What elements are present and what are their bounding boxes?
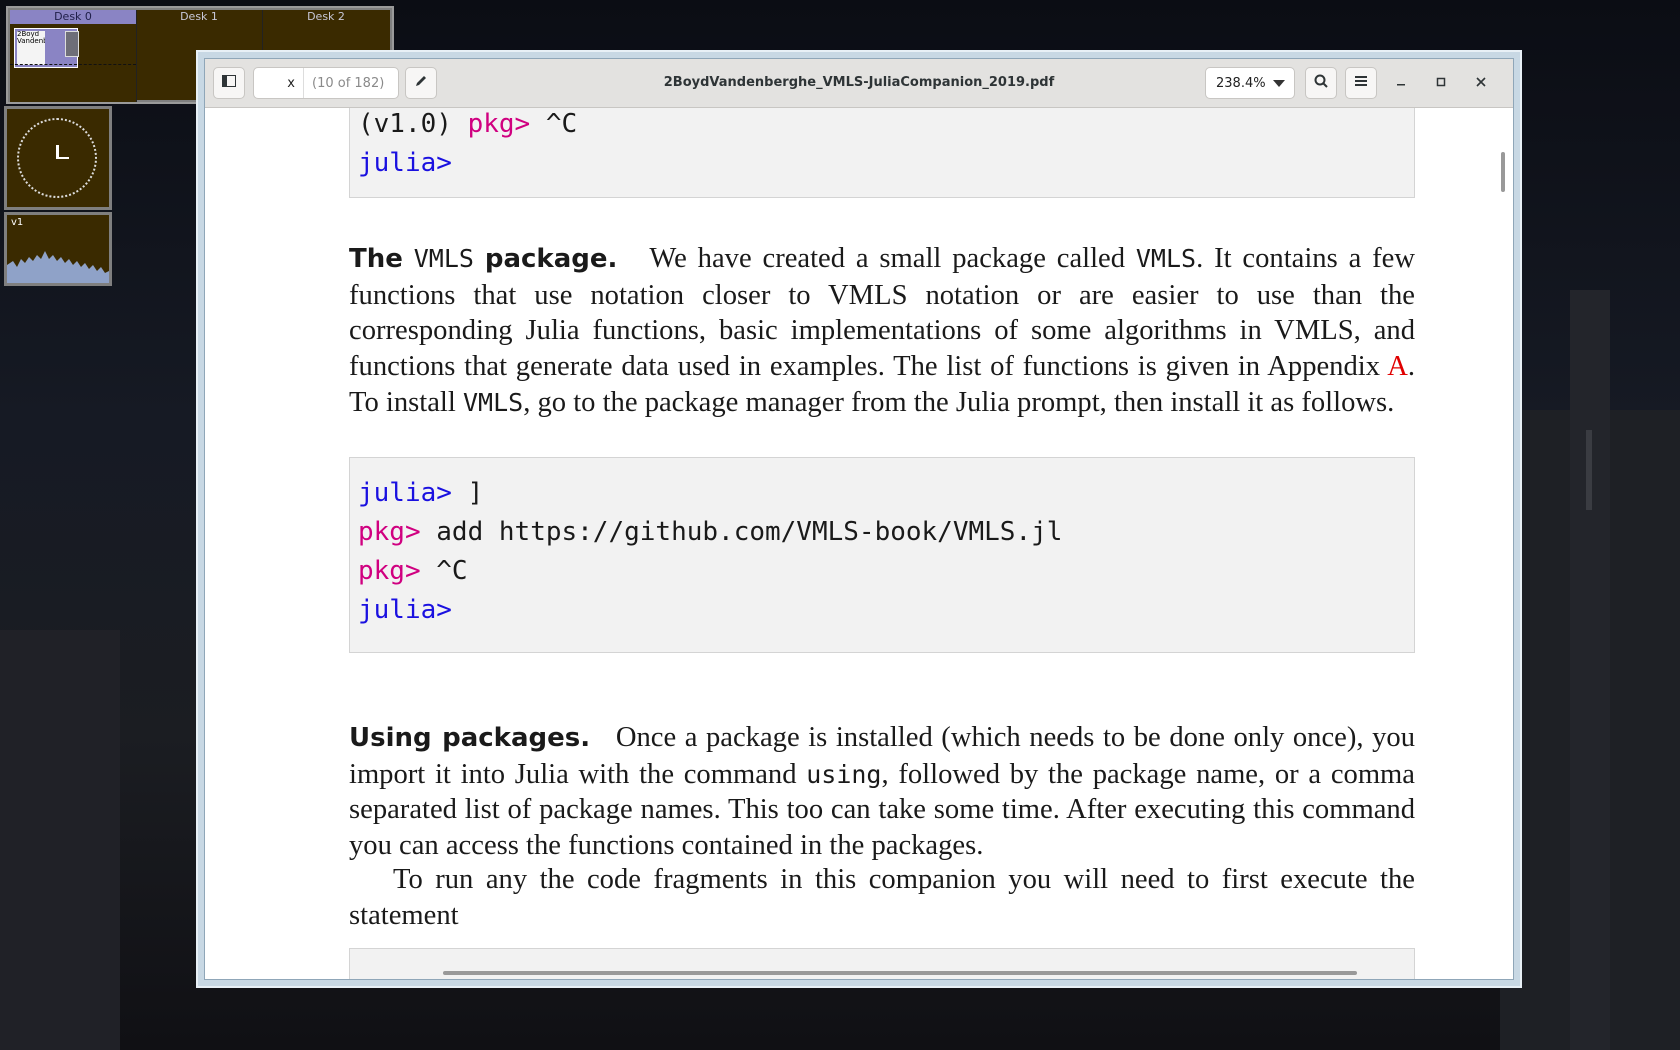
- maximize-button[interactable]: [1429, 71, 1453, 95]
- sidebar-toggle-button[interactable]: [213, 67, 245, 99]
- clock-widget: [4, 106, 112, 210]
- code-text: (v1.0): [358, 109, 468, 139]
- window-frame: x (10 of 182) 2BoydVandenberghe_VMLS-Jul…: [204, 58, 1514, 980]
- hamburger-menu-icon: [1354, 75, 1368, 91]
- sidebar-icon: [222, 75, 236, 91]
- code-prompt: pkg>: [358, 517, 421, 547]
- paragraph-text: We have created a small package called: [649, 243, 1136, 274]
- zoom-value: 238.4%: [1216, 75, 1266, 91]
- inline-code: VMLS: [413, 244, 474, 273]
- zoom-selector[interactable]: 238.4%: [1205, 67, 1295, 99]
- paragraph-heading: package.: [484, 244, 618, 274]
- code-line: julia>: [358, 144, 1414, 183]
- search-icon: [1314, 74, 1328, 92]
- code-block-2: julia> ] pkg> add https://github.com/VML…: [349, 457, 1415, 653]
- inline-code: VMLS: [462, 387, 524, 417]
- page-number-input[interactable]: x: [254, 68, 304, 98]
- background-spire: [1586, 430, 1592, 510]
- background-building: [0, 630, 120, 1050]
- cpu-monitor-widget: v1: [4, 212, 112, 286]
- pdf-viewer-window: x (10 of 182) 2BoydVandenberghe_VMLS-Jul…: [196, 50, 1522, 988]
- code-prompt: julia>: [358, 478, 452, 508]
- code-prompt: pkg>: [467, 109, 531, 139]
- paragraph-text: , go to the package manager from the Jul…: [523, 386, 1395, 418]
- inline-code: using: [806, 759, 882, 789]
- background-building: [1570, 290, 1610, 1050]
- code-prompt: pkg>: [358, 556, 421, 586]
- pager-mini-window[interactable]: 2Boyd Vandenberghe_VM: [14, 28, 79, 68]
- paragraph-run-code: To run any the code fragments in this co…: [349, 864, 1415, 931]
- code-line: pkg> ^C: [358, 552, 1414, 591]
- main-menu-button[interactable]: [1345, 67, 1377, 99]
- code-line: julia>: [358, 591, 1414, 630]
- pager-mini-window-label: 2Boyd Vandenberghe_VM: [17, 31, 45, 65]
- code-line: pkg> add https://github.com/VMLS-book/VM…: [358, 513, 1414, 552]
- code-line: (v1.0) pkg> ^C: [358, 108, 1414, 144]
- code-line: julia> ]: [358, 474, 1414, 513]
- clock-minute-hand: [57, 157, 69, 159]
- close-icon: [1476, 75, 1486, 91]
- minimize-icon: [1396, 75, 1406, 91]
- code-text: ^C: [420, 556, 468, 586]
- chevron-down-icon: [1273, 80, 1285, 87]
- page-number-entry[interactable]: x (10 of 182): [253, 67, 399, 99]
- code-prompt: julia>: [358, 595, 452, 625]
- code-text: ]: [451, 478, 484, 508]
- document-view[interactable]: (v1.0) pkg> ^C julia> The VMLS package. …: [205, 108, 1513, 979]
- minimize-button[interactable]: [1389, 71, 1413, 95]
- appendix-link[interactable]: A: [1387, 351, 1408, 382]
- pager-divider: [10, 64, 136, 65]
- pager-mini-window-small: [65, 31, 79, 57]
- inline-code: VMLS: [1135, 244, 1197, 273]
- header-bar: x (10 of 182) 2BoydVandenberghe_VMLS-Jul…: [205, 59, 1513, 108]
- paragraph-vmls-package: The VMLS package. We have created a smal…: [349, 241, 1415, 421]
- paragraph-heading: Using packages.: [349, 723, 591, 753]
- desk-tab-0[interactable]: Desk 0: [10, 10, 137, 24]
- paragraph-heading: The: [349, 244, 403, 274]
- pencil-icon: [414, 74, 428, 92]
- search-button[interactable]: [1305, 67, 1337, 99]
- desk-tab-2[interactable]: Desk 2: [262, 10, 390, 24]
- vertical-scrollbar[interactable]: [1501, 152, 1505, 192]
- code-text: add https://github.com/VMLS-book/VMLS.jl: [420, 517, 1063, 547]
- maximize-icon: [1436, 75, 1446, 91]
- close-button[interactable]: [1469, 71, 1493, 95]
- code-block-1: (v1.0) pkg> ^C julia>: [349, 108, 1415, 198]
- code-text: ^C: [530, 109, 578, 139]
- cpu-graph: [7, 251, 109, 283]
- annotate-button[interactable]: [405, 67, 437, 99]
- paragraph-using-packages: Using packages. Once a package is instal…: [349, 720, 1415, 864]
- desk-tab-1[interactable]: Desk 1: [136, 10, 263, 24]
- desk-area-0[interactable]: 2Boyd Vandenberghe_VM: [10, 24, 137, 102]
- horizontal-scrollbar[interactable]: [443, 971, 1357, 975]
- page-count-label: (10 of 182): [312, 75, 385, 91]
- code-prompt: julia>: [358, 148, 452, 178]
